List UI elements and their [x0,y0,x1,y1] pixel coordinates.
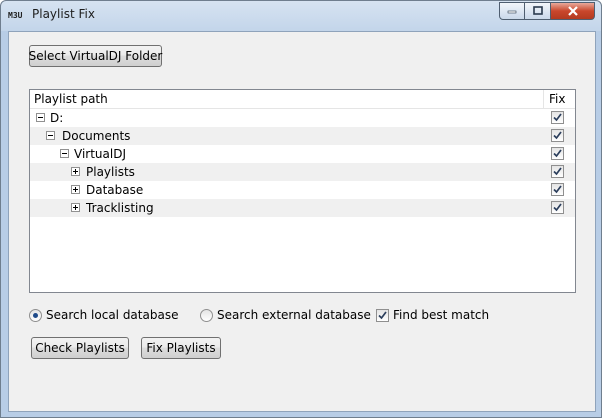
find-best-match-checkbox[interactable] [376,309,389,322]
tree-row-database[interactable]: Database [30,181,575,199]
app-window: M3U Playlist Fix Select VirtualDJ Folder… [0,0,602,418]
checkmark-icon [553,185,562,194]
fix-checkbox[interactable] [551,201,564,214]
collapse-toggle-icon[interactable] [60,149,69,158]
window-controls [499,2,595,20]
checkmark-icon [553,149,562,158]
column-separator[interactable] [543,90,544,108]
maximize-icon [532,6,543,15]
search-external-label[interactable]: Search external database [217,308,371,322]
expand-toggle-icon[interactable] [71,203,80,212]
find-best-match-label[interactable]: Find best match [393,308,489,322]
tree-row-playlists[interactable]: Playlists [30,163,575,181]
playlist-tree[interactable]: Playlist path Fix D: Documents VirtualDJ [29,89,576,293]
fix-checkbox[interactable] [551,111,564,124]
app-icon: M3U [8,11,23,20]
tree-row-d[interactable]: D: [30,109,575,127]
tree-header: Playlist path Fix [30,90,575,109]
checkbox-box [551,183,564,196]
tree-row-label: D: [50,111,64,125]
collapse-toggle-icon[interactable] [46,131,55,140]
fix-checkbox[interactable] [551,183,564,196]
tree-row-label: Database [86,183,144,197]
checkbox-box [551,147,564,160]
checkmark-icon [553,113,562,122]
title-bar[interactable]: M3U Playlist Fix [1,1,601,31]
tree-row-label: Documents [62,129,131,143]
tree-row-virtualdj[interactable]: VirtualDJ [30,145,575,163]
checkbox-box [551,129,564,142]
expand-toggle-icon[interactable] [71,185,80,194]
window-title: Playlist Fix [32,7,95,21]
checkbox-box [551,111,564,124]
close-icon [567,6,578,16]
select-virtualdj-folder-button[interactable]: Select VirtualDJ Folder [29,45,162,67]
search-local-radio[interactable] [29,309,42,322]
search-local-label[interactable]: Search local database [46,308,178,322]
search-external-radio[interactable] [200,309,213,322]
column-header-fix[interactable]: Fix [549,92,565,106]
minimize-icon [507,10,517,14]
maximize-button[interactable] [525,2,551,20]
fix-checkbox[interactable] [551,147,564,160]
checkmark-icon [553,131,562,140]
checkmark-icon [553,203,562,212]
tree-row-label: Playlists [86,165,135,179]
checkmark-icon [553,167,562,176]
tree-row-documents[interactable]: Documents [30,127,575,145]
tree-row-tracklisting[interactable]: Tracklisting [30,199,575,217]
minimize-button[interactable] [499,2,525,20]
close-button[interactable] [551,2,595,20]
checkbox-box [551,201,564,214]
fix-playlists-button[interactable]: Fix Playlists [141,337,221,359]
client-area: Select VirtualDJ Folder Playlist path Fi… [8,31,596,412]
fix-checkbox[interactable] [551,129,564,142]
expand-toggle-icon[interactable] [71,167,80,176]
column-header-playlist-path[interactable]: Playlist path [34,92,108,106]
check-playlists-button[interactable]: Check Playlists [31,337,129,359]
tree-row-label: Tracklisting [86,201,154,215]
checkmark-icon [378,311,387,320]
checkbox-box [551,165,564,178]
collapse-toggle-icon[interactable] [36,113,45,122]
tree-row-label: VirtualDJ [74,147,126,161]
fix-checkbox[interactable] [551,165,564,178]
